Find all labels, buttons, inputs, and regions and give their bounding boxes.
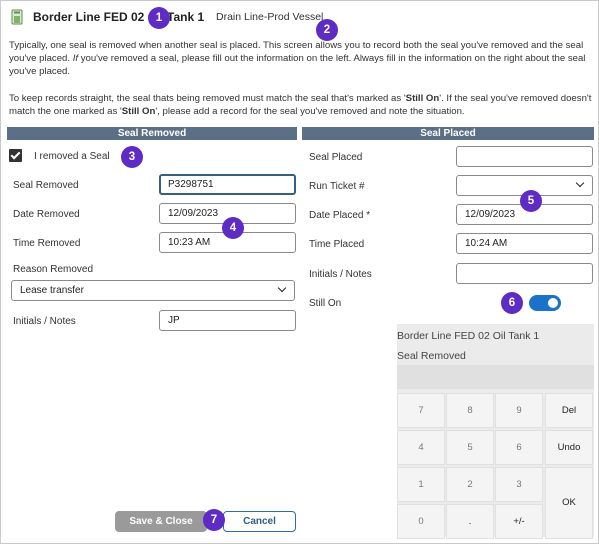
instruction-paragraph: To keep records straight, the seal thats…	[9, 93, 592, 117]
cancel-button[interactable]: Cancel	[223, 511, 296, 532]
digit-key-4[interactable]: 4	[397, 430, 445, 465]
still-on-label: Still On	[309, 298, 342, 309]
seal-dialog: Border Line FED 02 Oil Tank 1 Drain Line…	[0, 0, 599, 544]
digit-key-7[interactable]: 7	[397, 393, 445, 428]
removed-notes-label: Initials / Notes	[13, 316, 76, 327]
dialog-header: Border Line FED 02 Oil Tank 1	[11, 7, 204, 27]
intro-paragraph: Typically, one seal is removed when anot…	[9, 40, 586, 77]
keypad-title: Border Line FED 02 Oil Tank 1	[397, 330, 540, 342]
digit-key-3[interactable]: 3	[495, 467, 543, 502]
date-removed-label: Date Removed	[13, 209, 80, 220]
run-ticket-label: Run Ticket #	[309, 181, 365, 192]
seal-placed-input[interactable]	[456, 146, 593, 167]
callout-badge-1: 1	[148, 7, 170, 29]
decimal-key[interactable]: .	[446, 504, 494, 539]
time-placed-input[interactable]: 10:24 AM	[456, 233, 593, 254]
undo-key[interactable]: Undo	[545, 430, 593, 465]
still-on-toggle[interactable]	[529, 295, 561, 311]
digit-key-1[interactable]: 1	[397, 467, 445, 502]
time-placed-label: Time Placed	[309, 239, 365, 250]
reason-removed-label: Reason Removed	[13, 264, 94, 275]
callout-badge-6: 6	[501, 292, 523, 314]
digit-key-6[interactable]: 6	[495, 430, 543, 465]
sign-toggle-key[interactable]: +/-	[495, 504, 543, 539]
tank-gauge-icon	[11, 9, 23, 25]
callout-badge-5: 5	[520, 190, 542, 212]
numeric-keypad: Border Line FED 02 Oil Tank 1 Seal Remov…	[397, 324, 594, 539]
chevron-down-icon	[575, 178, 585, 188]
save-close-button[interactable]: Save & Close	[115, 511, 207, 532]
removed-seal-checkbox[interactable]	[9, 149, 22, 162]
page-title: Border Line FED 02 Oil Tank 1	[33, 10, 205, 24]
seal-removed-label: Seal Removed	[13, 180, 79, 191]
reason-removed-select[interactable]: Lease transfer	[11, 280, 295, 301]
vessel-subtitle: Drain Line-Prod Vessel	[216, 11, 324, 23]
callout-badge-2: 2	[316, 19, 338, 41]
seal-placed-header: Seal Placed	[302, 127, 594, 140]
digit-key-5[interactable]: 5	[446, 430, 494, 465]
seal-removed-header: Seal Removed	[7, 127, 297, 140]
callout-badge-4: 4	[222, 217, 244, 239]
time-removed-label: Time Removed	[13, 238, 81, 249]
delete-key[interactable]: Del	[545, 393, 593, 428]
digit-key-2[interactable]: 2	[446, 467, 494, 502]
seal-placed-label: Seal Placed	[309, 152, 363, 163]
keypad-field-name: Seal Removed	[397, 350, 466, 362]
placed-notes-label: Initials / Notes	[309, 269, 372, 280]
callout-badge-7: 7	[203, 509, 225, 531]
chevron-down-icon	[277, 283, 287, 293]
placed-notes-input[interactable]	[456, 263, 593, 284]
seal-removed-input[interactable]: P3298751	[159, 174, 296, 195]
callout-badge-3: 3	[121, 146, 143, 168]
keypad-display	[397, 365, 594, 389]
digit-key-8[interactable]: 8	[446, 393, 494, 428]
digit-key-9[interactable]: 9	[495, 393, 543, 428]
ok-key[interactable]: OK	[545, 467, 593, 539]
date-placed-label: Date Placed *	[309, 210, 371, 221]
digit-key-0[interactable]: 0	[397, 504, 445, 539]
removed-notes-input[interactable]: JP	[159, 310, 296, 331]
removed-seal-checkbox-label: I removed a Seal	[34, 151, 110, 162]
reason-removed-value: Lease transfer	[20, 285, 84, 296]
